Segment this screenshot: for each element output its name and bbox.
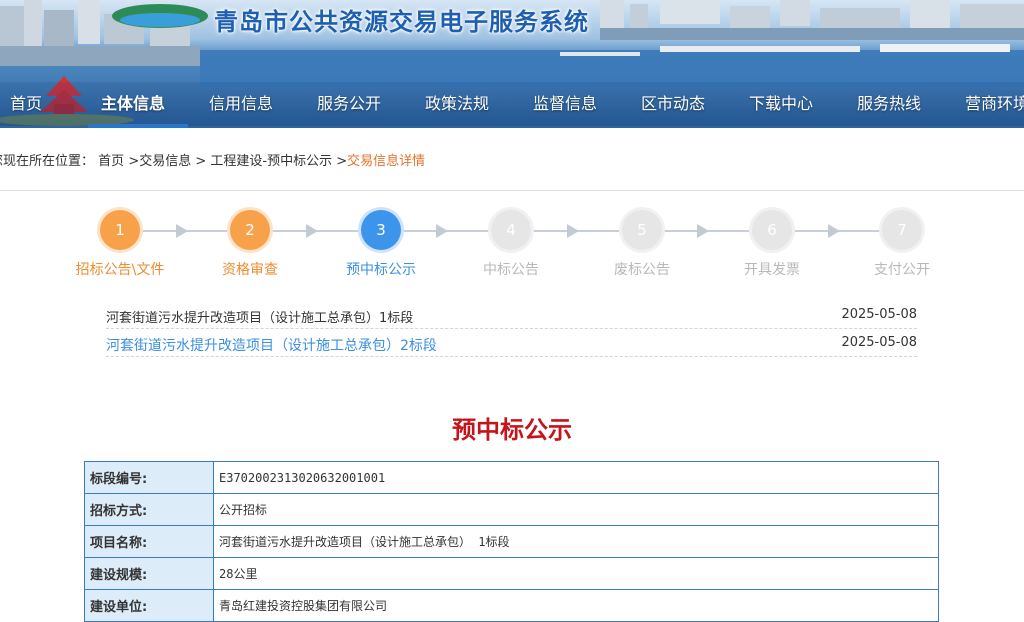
section-title[interactable]: 河套街道污水提升改造项目（设计施工总承包）2标段 bbox=[106, 335, 437, 355]
row-label: 项目名称: bbox=[84, 525, 214, 558]
breadcrumb-trade-info[interactable]: >交易信息 bbox=[128, 154, 191, 169]
step-2-label[interactable]: 资格审查 bbox=[222, 259, 278, 279]
step-arrow-icon bbox=[567, 224, 579, 238]
breadcrumb-sep: > bbox=[336, 154, 348, 169]
section-date: 2025-05-08 bbox=[841, 335, 917, 350]
step-arrow-icon bbox=[697, 224, 709, 238]
step-arrow-icon bbox=[436, 224, 448, 238]
row-value: E3702002313020632001001 bbox=[213, 461, 939, 494]
row-value: 28公里 bbox=[213, 557, 939, 590]
step-6-label[interactable]: 开具发票 bbox=[744, 259, 800, 279]
row-value: 河套街道污水提升改造项目（设计施工总承包） 1标段 bbox=[213, 525, 939, 558]
step-4-circle[interactable]: 4 bbox=[491, 210, 531, 250]
section-date: 2025-05-08 bbox=[841, 307, 917, 322]
step-5-circle[interactable]: 5 bbox=[622, 210, 662, 250]
row-value: 公开招标 bbox=[213, 493, 939, 526]
section-title[interactable]: 河套街道污水提升改造项目（设计施工总承包）1标段 bbox=[106, 307, 413, 326]
breadcrumb-sep: > bbox=[195, 154, 207, 169]
nav-item-service-hotline[interactable]: 服务热线 bbox=[857, 90, 921, 114]
step-4-label[interactable]: 中标公告 bbox=[483, 259, 539, 279]
row-label: 招标方式: bbox=[84, 493, 214, 526]
row-label: 建设单位: bbox=[84, 589, 214, 622]
step-1-label[interactable]: 招标公告\文件 bbox=[76, 259, 165, 279]
table-row: 招标方式: 公开招标 bbox=[84, 493, 939, 526]
nav-item-entity-info[interactable]: 主体信息 bbox=[101, 90, 165, 114]
list-item[interactable]: 河套街道污水提升改造项目（设计施工总承包）2标段 2025-05-08 bbox=[106, 329, 917, 357]
site-title: 青岛市公共资源交易电子服务系统 bbox=[214, 8, 589, 36]
breadcrumb: 您现在所在位置： 首页 >交易信息 > 工程建设-预中标公示 >交易信息详情 bbox=[0, 150, 425, 169]
step-arrow-icon bbox=[176, 224, 188, 238]
breadcrumb-current: 交易信息详情 bbox=[347, 154, 426, 169]
row-label: 标段编号: bbox=[84, 461, 214, 494]
nav-item-service-public[interactable]: 服务公开 bbox=[317, 90, 381, 114]
step-3-circle[interactable]: 3 bbox=[361, 210, 401, 250]
main-nav: 首页 主体信息 信用信息 服务公开 政策法规 监督信息 区市动态 下载中心 服务… bbox=[0, 82, 1024, 126]
row-label: 建设规模: bbox=[84, 557, 214, 590]
header-banner: 青岛市公共资源交易电子服务系统 首页 主体信息 信用信息 服务公开 政策法规 监… bbox=[0, 0, 1024, 128]
nav-item-home[interactable]: 首页 bbox=[10, 90, 42, 114]
step-7-label[interactable]: 支付公开 bbox=[874, 259, 930, 279]
step-6-circle[interactable]: 6 bbox=[752, 210, 792, 250]
table-row: 标段编号: E3702002313020632001001 bbox=[84, 461, 939, 494]
page-title: 预中标公示 bbox=[452, 416, 572, 444]
row-value: 青岛红建投资控股集团有限公司 bbox=[213, 589, 939, 622]
divider bbox=[0, 190, 1024, 191]
nav-item-supervision-info[interactable]: 监督信息 bbox=[533, 90, 597, 114]
nav-active-indicator bbox=[88, 124, 188, 128]
nav-item-district-news[interactable]: 区市动态 bbox=[641, 90, 705, 114]
step-7-circle[interactable]: 7 bbox=[882, 210, 922, 250]
list-item[interactable]: 河套街道污水提升改造项目（设计施工总承包）1标段 2025-05-08 bbox=[106, 301, 917, 329]
step-2-circle[interactable]: 2 bbox=[230, 210, 270, 250]
step-1-circle[interactable]: 1 bbox=[100, 210, 140, 250]
nav-item-download-center[interactable]: 下载中心 bbox=[749, 90, 813, 114]
table-row: 建设规模: 28公里 bbox=[84, 557, 939, 590]
detail-table: 标段编号: E3702002313020632001001 招标方式: 公开招标… bbox=[84, 461, 939, 622]
step-3-label[interactable]: 预中标公示 bbox=[346, 259, 416, 279]
table-row: 建设单位: 青岛红建投资控股集团有限公司 bbox=[84, 589, 939, 622]
nav-item-business-env[interactable]: 营商环境 bbox=[965, 90, 1024, 114]
breadcrumb-category[interactable]: 工程建设-预中标公示 bbox=[210, 154, 332, 169]
nav-item-policy-law[interactable]: 政策法规 bbox=[425, 90, 489, 114]
nav-item-credit-info[interactable]: 信用信息 bbox=[209, 90, 273, 114]
step-5-label[interactable]: 废标公告 bbox=[614, 259, 670, 279]
step-arrow-icon bbox=[306, 224, 318, 238]
breadcrumb-prefix: 您现在所在位置： bbox=[0, 154, 95, 169]
table-row: 项目名称: 河套街道污水提升改造项目（设计施工总承包） 1标段 bbox=[84, 525, 939, 558]
step-arrow-icon bbox=[828, 224, 840, 238]
breadcrumb-home[interactable]: 首页 bbox=[98, 154, 124, 169]
